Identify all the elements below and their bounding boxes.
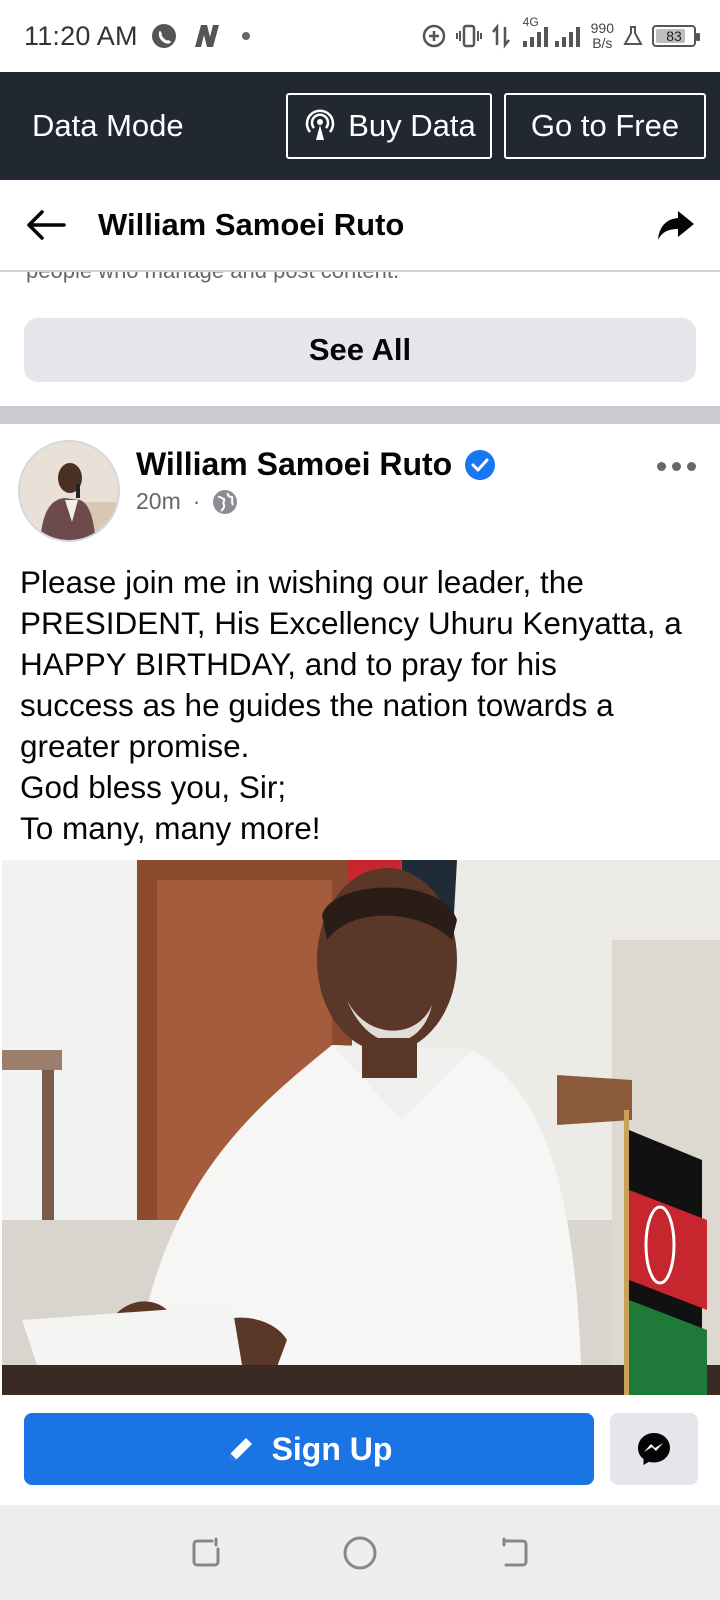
broadcast-icon [305,109,335,140]
more-notifications-dot [241,32,250,40]
signal-icon: 4G [519,15,583,51]
pencil-icon [229,1438,252,1460]
flask-icon [623,26,643,45]
status-time: 11:20 AM [24,20,138,51]
data-mode-bar: Data Mode Buy Data Go to Free [0,72,720,180]
meta-separator: · [192,488,201,514]
post-author-row: William Samoei Ruto [136,446,496,483]
post-line: success as he guides the nation towards … [20,687,614,723]
messenger-icon [638,1433,670,1465]
post-line: God bless you, Sir; [20,769,287,805]
data-transfer-icon [491,23,510,49]
post-photo[interactable] [2,860,720,1395]
data-mode-title: Data Mode [32,108,184,143]
back-nav-icon[interactable] [496,1535,532,1571]
see-all-button[interactable]: See All [24,318,696,382]
n-app-icon [194,25,219,47]
messenger-button[interactable] [610,1413,698,1485]
system-icons: 4G 990 B/s 83 [421,15,700,51]
data-saver-icon [422,24,445,48]
post-meta: 20m · [136,488,238,515]
go-to-free-button[interactable]: Go to Free [504,93,706,159]
back-arrow-icon[interactable] [24,207,68,243]
section-divider [0,406,720,424]
avatar-photo [20,442,118,540]
post-author-name[interactable]: William Samoei Ruto [136,446,452,483]
globe-icon [213,489,238,514]
status-bar: 11:20 AM 4G 990 B/s 83 [0,0,720,72]
post-line: PRESIDENT, His Excellency Uhuru Kenyatta… [20,605,682,641]
post-line: Please join me in wishing our leader, th… [20,564,584,600]
sign-up-label: Sign Up [271,1430,393,1467]
page-header: William Samoei Ruto [0,180,720,272]
share-icon[interactable] [656,207,696,243]
android-nav-bar [0,1505,720,1600]
photo-illustration [2,860,720,1395]
page-title: William Samoei Ruto [98,207,405,242]
recents-icon[interactable] [188,1535,224,1571]
post-line: HAPPY BIRTHDAY, and to pray for his [20,646,557,682]
whatsapp-icon [151,24,176,48]
sign-up-button[interactable]: Sign Up [24,1413,594,1485]
post-more-options-icon[interactable] [657,462,696,471]
home-icon[interactable] [341,1534,379,1572]
post-timestamp[interactable]: 20m [136,488,181,515]
battery-icon: 83 [652,25,700,47]
author-avatar[interactable] [18,440,120,542]
vibrate-icon [455,24,482,48]
signup-bar: Sign Up [0,1395,720,1505]
buy-data-button[interactable]: Buy Data [286,93,492,159]
buy-data-label: Buy Data [348,108,476,143]
notification-icons [150,22,250,50]
post-line: greater promise. [20,728,250,764]
verified-badge-icon [465,449,496,480]
network-speed: 990 B/s [590,20,614,51]
post-line: To many, many more! [20,810,321,846]
go-to-free-label: Go to Free [530,108,680,143]
post-body: Please join me in wishing our leader, th… [20,562,710,849]
